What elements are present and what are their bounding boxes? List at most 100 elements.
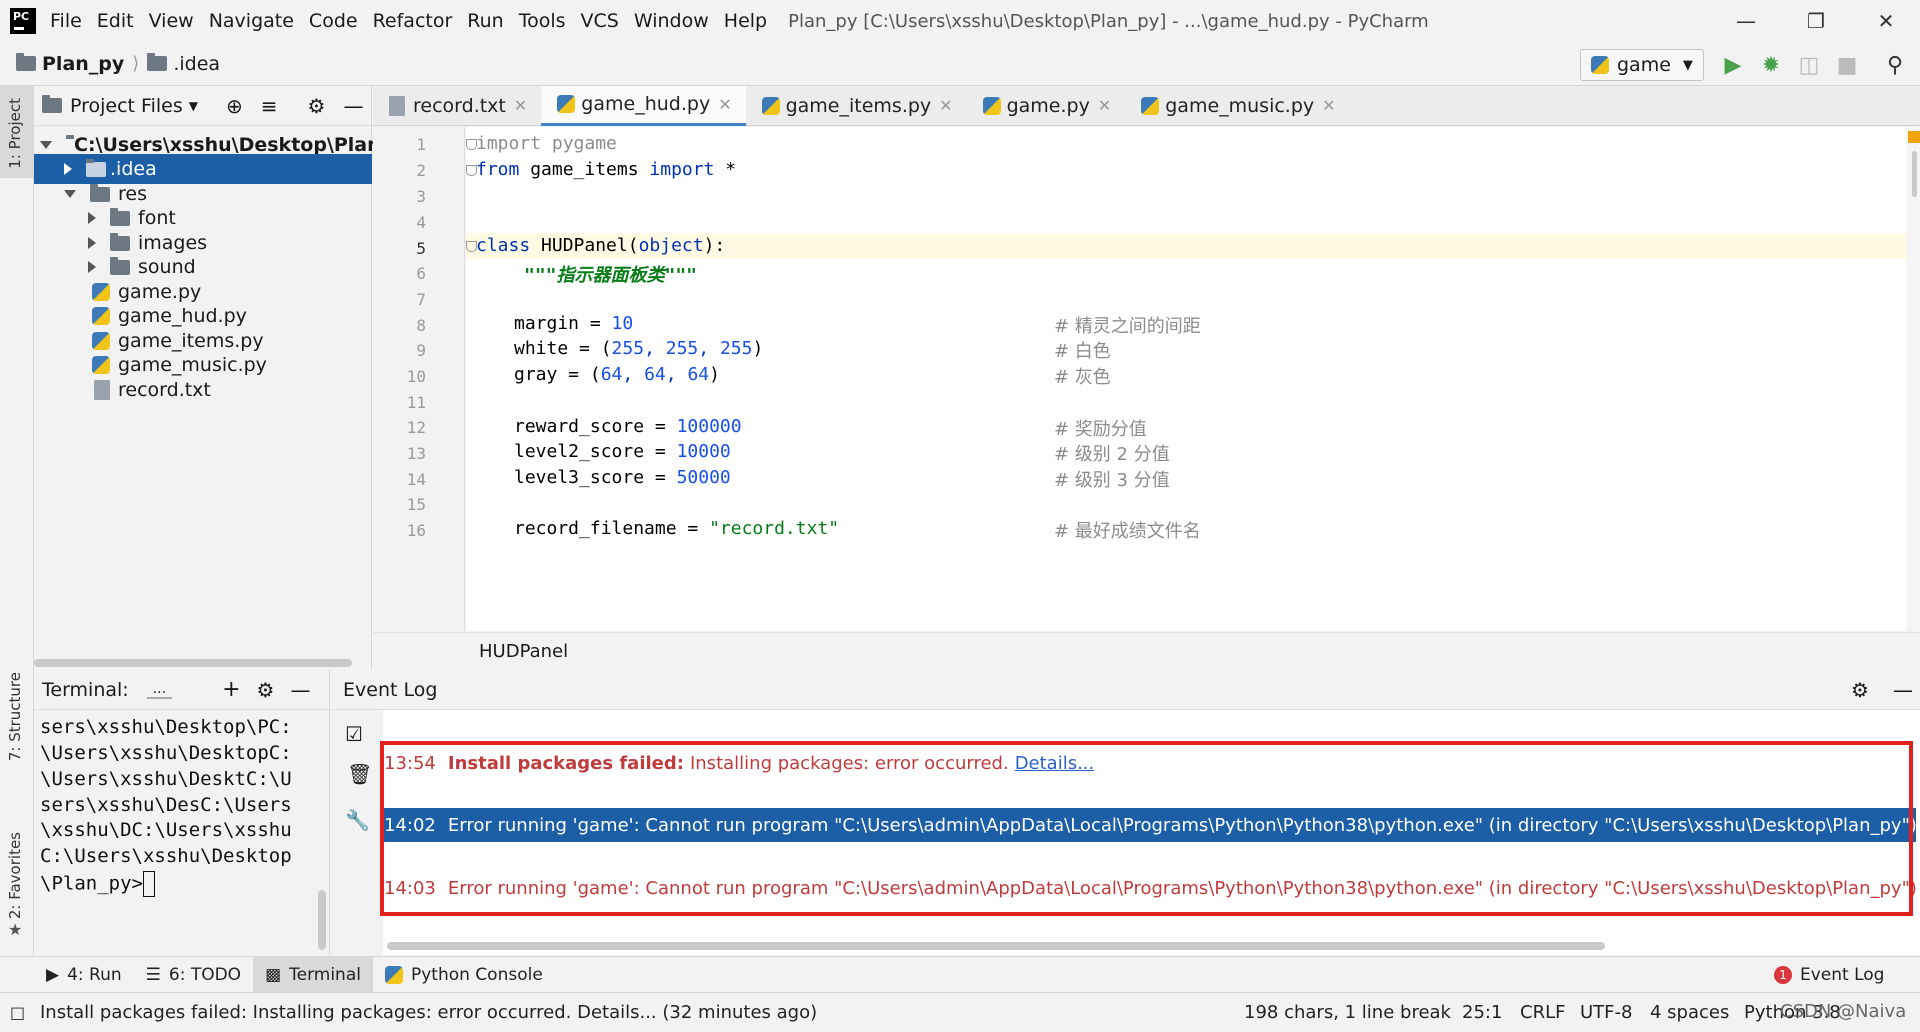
terminal-tool-button[interactable]: ▩ Terminal [253, 956, 373, 993]
close-tab-icon[interactable]: ✕ [1098, 96, 1111, 115]
code-comment: # 级别 2 分值 [1054, 444, 1170, 465]
close-tab-icon[interactable]: ✕ [939, 96, 952, 115]
favorites-tab-label[interactable]: 2: Favorites [6, 832, 24, 919]
python-icon [384, 965, 403, 984]
left-tool-stripe: 1: Project 7: Structure 2: Favorites ★ [0, 86, 34, 996]
run-icon[interactable]: ▶ [1720, 52, 1746, 78]
menu-navigate[interactable]: Navigate [209, 10, 294, 32]
project-tab-label[interactable]: 1: Project [6, 98, 24, 169]
debug-icon[interactable]: ✹ [1758, 52, 1784, 78]
tab-game-items-py[interactable]: game_items.py ✕ [746, 86, 967, 126]
project-view-select[interactable]: Project Files [70, 95, 183, 117]
expand-arrow-icon[interactable] [64, 163, 72, 175]
search-icon[interactable]: ⚲ [1882, 52, 1908, 78]
mark-read-icon[interactable]: ☑ [345, 722, 363, 746]
status-message[interactable]: Install packages failed: Installing pack… [40, 993, 817, 1032]
terminal-prompt[interactable]: \Plan_py> [40, 871, 155, 897]
stop-icon[interactable]: ■ [1834, 52, 1860, 78]
trash-icon[interactable]: 🗑 [347, 762, 372, 786]
menu-run[interactable]: Run [467, 10, 503, 32]
menu-tools[interactable]: Tools [519, 10, 566, 32]
tree-label: images [138, 232, 208, 254]
tab-record-txt[interactable]: record.txt ✕ [373, 86, 541, 126]
close-tab-icon[interactable]: ✕ [1322, 96, 1335, 115]
collapse-all-icon[interactable]: ≡ [261, 94, 278, 118]
todo-tool-button[interactable]: ☰ 6: TODO [134, 957, 253, 993]
fold-icon[interactable] [466, 241, 477, 252]
status-caret-position[interactable]: 25:1 [1462, 993, 1502, 1032]
menu-file[interactable]: File [50, 10, 82, 32]
menu-code[interactable]: Code [309, 10, 358, 32]
tree-label: game_items.py [118, 330, 264, 352]
tab-game-music-py[interactable]: game_music.py ✕ [1125, 86, 1349, 126]
restore-icon[interactable]: ❐ [1786, 0, 1846, 42]
expand-arrow-icon[interactable] [40, 141, 52, 149]
horizontal-scrollbar[interactable] [387, 942, 1605, 950]
fold-icon[interactable] [466, 139, 477, 150]
horizontal-scrollbar[interactable] [34, 659, 352, 667]
tree-label: game_music.py [118, 354, 267, 376]
expand-arrow-icon[interactable] [88, 237, 96, 249]
event-log-tool-button[interactable]: 1 Event Log [1762, 957, 1896, 993]
code-breadcrumb-class[interactable]: HUDPanel [479, 641, 568, 662]
scroll-thumb[interactable] [1912, 151, 1917, 197]
status-bar: □ Install packages failed: Installing pa… [0, 992, 1920, 1031]
code-line: from game_items import * [466, 159, 736, 180]
breadcrumb-project[interactable]: Plan_py [42, 53, 124, 75]
wrench-icon[interactable]: 🔧 [345, 808, 370, 832]
coverage-icon[interactable]: ◫ [1796, 52, 1822, 78]
editor-tabs: record.txt ✕ game_hud.py ✕ game_items.py… [373, 85, 1920, 126]
menu-help[interactable]: Help [724, 10, 767, 32]
run-config-select[interactable]: game ▼ [1580, 49, 1704, 81]
terminal-scrollbar[interactable] [318, 890, 326, 950]
expand-arrow-icon[interactable] [88, 261, 96, 273]
gear-icon[interactable]: ⚙ [257, 678, 275, 702]
python-console-tool-button[interactable]: Python Console [373, 957, 555, 993]
code-comment: # 奖励分值 [1054, 419, 1147, 440]
tree-item-record-txt[interactable]: record.txt [34, 375, 372, 405]
menu-refactor[interactable]: Refactor [373, 10, 453, 32]
minimize-icon[interactable]: — [1716, 0, 1776, 42]
warning-marker-icon[interactable] [1908, 131, 1920, 143]
tab-game-py[interactable]: game.py ✕ [967, 86, 1126, 126]
chevron-down-icon[interactable]: ▼ [189, 99, 198, 113]
editor-scrollbar[interactable] [1906, 127, 1920, 631]
menu-window[interactable]: Window [634, 10, 709, 32]
code-line-current: class HUDPanel(object): [466, 233, 1906, 259]
hide-icon[interactable]: — [1893, 678, 1913, 702]
hide-icon[interactable]: — [290, 678, 310, 702]
fold-icon[interactable] [466, 165, 477, 176]
status-encoding[interactable]: UTF-8 [1580, 993, 1632, 1032]
tab-label: game_hud.py [581, 93, 711, 115]
expand-arrow-icon[interactable] [88, 212, 96, 224]
plus-icon[interactable]: + [222, 677, 240, 702]
code-editor[interactable]: import pygame from game_items import * c… [466, 127, 1906, 631]
panel-toggle-icon[interactable]: □ [10, 993, 25, 1032]
close-tab-icon[interactable]: ✕ [718, 95, 731, 114]
code-line: import pygame [466, 133, 617, 154]
line-number: 13 [406, 444, 426, 463]
close-icon[interactable]: ✕ [1856, 0, 1916, 42]
breadcrumb-idea[interactable]: .idea [173, 53, 220, 75]
structure-tab-label[interactable]: 7: Structure [6, 672, 24, 761]
run-config-label: game [1617, 54, 1671, 76]
menu-edit[interactable]: Edit [97, 10, 134, 32]
terminal-tab[interactable]: ... [146, 681, 173, 699]
run-tool-button[interactable]: ▶ 4: Run [34, 957, 134, 993]
menu-vcs[interactable]: VCS [581, 10, 619, 32]
gear-icon[interactable]: ⚙ [1851, 678, 1869, 702]
breadcrumb-separator: ⟩ [132, 53, 140, 74]
status-indent[interactable]: 4 spaces [1650, 993, 1729, 1032]
expand-arrow-icon[interactable] [64, 190, 76, 198]
code-line: level2_score = 10000 [514, 441, 731, 462]
close-tab-icon[interactable]: ✕ [514, 96, 527, 115]
locate-icon[interactable]: ⊕ [226, 94, 243, 118]
error-highlight-box [380, 741, 1913, 916]
hide-icon[interactable]: — [343, 94, 363, 118]
gear-icon[interactable]: ⚙ [308, 94, 326, 118]
tab-label: game.py [1006, 94, 1090, 117]
status-line-separator[interactable]: CRLF [1520, 993, 1565, 1032]
line-number: 2 [416, 161, 426, 180]
menu-view[interactable]: View [149, 10, 194, 32]
tab-game-hud-py[interactable]: game_hud.py ✕ [541, 85, 746, 126]
